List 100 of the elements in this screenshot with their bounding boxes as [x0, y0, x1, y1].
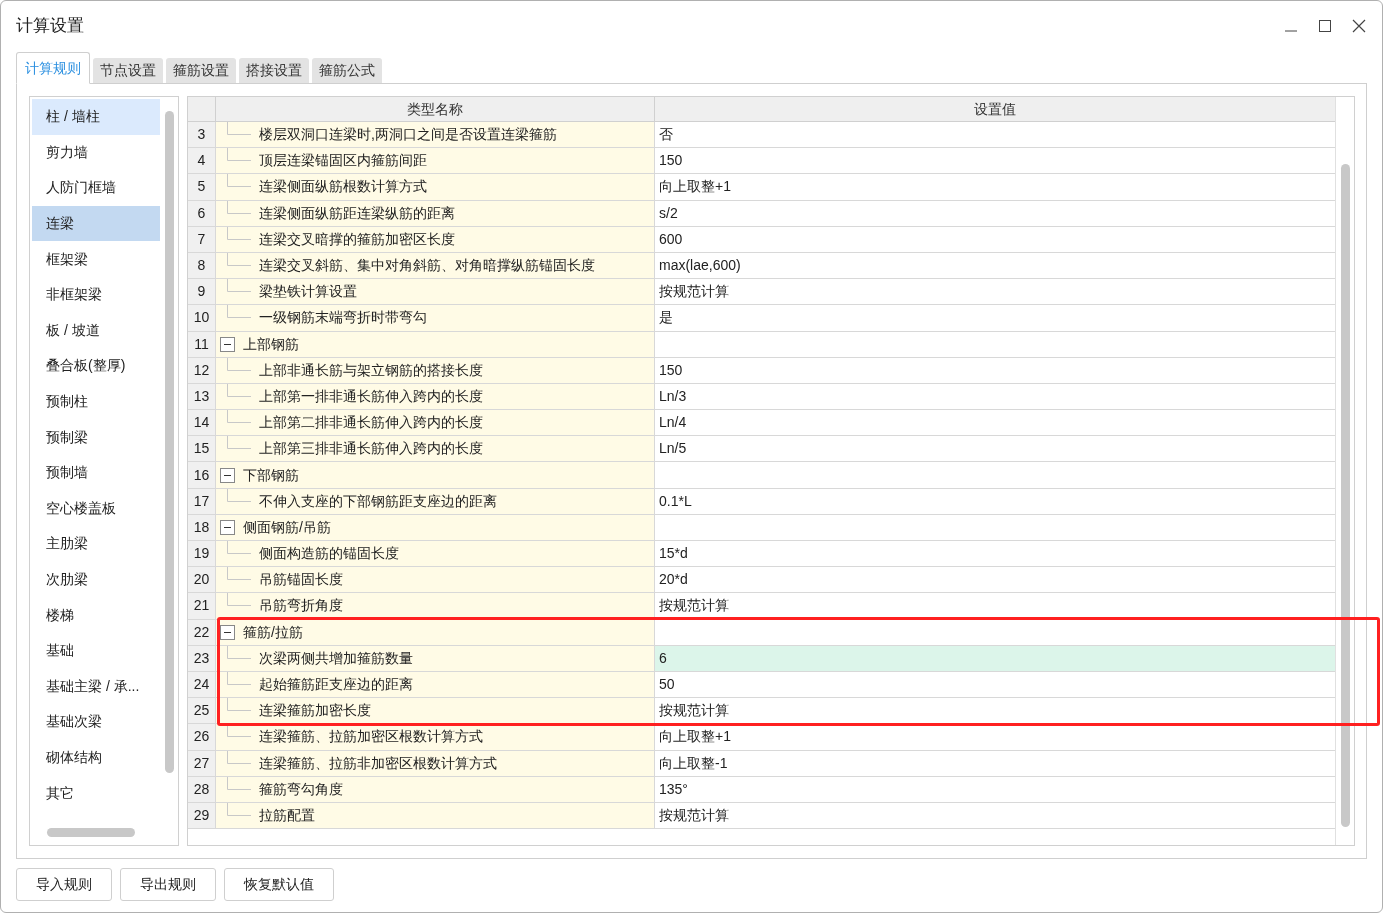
row-number: 13 — [188, 383, 216, 410]
tree-line-icon — [227, 252, 251, 266]
group-label: 箍筋/拉筋 — [243, 622, 303, 642]
sidebar-item[interactable]: 框架梁 — [32, 241, 160, 277]
column-header[interactable]: 设置值 — [655, 97, 1335, 121]
row-number: 4 — [188, 148, 216, 174]
row-number: 10 — [188, 305, 216, 331]
sidebar-item[interactable]: 基础主梁 / 承... — [32, 668, 160, 705]
sidebar-item[interactable]: 砌体结构 — [32, 739, 160, 776]
row-number: 12 — [188, 357, 216, 383]
scrollbar[interactable] — [1341, 164, 1350, 827]
sidebar-item[interactable]: 主肋梁 — [32, 526, 160, 562]
tree-line-icon — [227, 567, 251, 581]
row-number: 19 — [188, 541, 216, 567]
setting-name: 连梁侧面纵筋根数计算方式 — [259, 177, 427, 197]
scrollbar[interactable] — [47, 828, 135, 837]
sidebar-item[interactable]: 预制梁 — [32, 419, 160, 455]
row-number: 23 — [188, 645, 216, 671]
row-number: 7 — [188, 226, 216, 252]
tree-line-icon — [227, 724, 251, 738]
sidebar-item[interactable]: 基础 — [32, 632, 160, 669]
value-cell[interactable]: 6 — [655, 645, 1335, 671]
row-number: 16 — [188, 462, 216, 488]
sidebar-item[interactable]: 连梁 — [32, 205, 160, 242]
sidebar-item[interactable]: 人防门框墙 — [32, 170, 160, 206]
row-number: 28 — [188, 776, 216, 802]
row-number: 21 — [188, 593, 216, 619]
row-number: 17 — [188, 488, 216, 514]
sidebar-item[interactable]: 非框架梁 — [32, 276, 160, 313]
sidebar-item[interactable]: 板 / 坡道 — [32, 312, 160, 349]
setting-name: 上部非通长筋与架立钢筋的搭接长度 — [259, 360, 483, 380]
sidebar-item[interactable]: 次肋梁 — [32, 561, 160, 598]
row-number: 3 — [188, 122, 216, 148]
action-button[interactable]: 导入规则 — [16, 868, 112, 901]
tab[interactable]: 节点设置 — [93, 58, 163, 83]
tree-line-icon — [227, 305, 251, 319]
setting-name: 连梁交叉斜筋、集中对角斜筋、对角暗撑纵筋锚固长度 — [259, 256, 595, 276]
row-number: 9 — [188, 279, 216, 305]
group-label: 侧面钢筋/吊筋 — [243, 517, 331, 537]
scrollbar[interactable] — [165, 111, 174, 773]
setting-name: 不伸入支座的下部钢筋距支座边的距离 — [259, 491, 497, 511]
row-number: 27 — [188, 750, 216, 776]
sidebar-item[interactable]: 基础次梁 — [32, 704, 160, 740]
action-button[interactable]: 导出规则 — [120, 868, 216, 901]
collapse-icon[interactable] — [220, 467, 235, 483]
row-number: 11 — [188, 331, 216, 357]
setting-name: 上部第二排非通长筋伸入跨内的长度 — [259, 413, 483, 433]
tree-line-icon — [227, 279, 251, 293]
sidebar-item[interactable]: 其它 — [32, 775, 160, 811]
setting-name: 箍筋弯勾角度 — [259, 779, 343, 799]
sidebar-item[interactable]: 预制柱 — [32, 383, 160, 420]
sidebar-item[interactable]: 楼梯 — [32, 597, 160, 633]
setting-name: 连梁箍筋、拉筋加密区根数计算方式 — [259, 727, 483, 747]
tree-line-icon — [227, 698, 251, 712]
sidebar-item[interactable]: 空心楼盖板 — [32, 490, 160, 527]
tree-line-icon — [227, 174, 251, 188]
tree-line-icon — [227, 383, 251, 397]
column-header[interactable]: 类型名称 — [216, 97, 655, 121]
tab[interactable]: 箍筋设置 — [166, 58, 236, 83]
setting-name: 上部第三排非通长筋伸入跨内的长度 — [259, 439, 483, 459]
tree-line-icon — [227, 200, 251, 214]
row-number: 14 — [188, 410, 216, 436]
collapse-icon[interactable] — [220, 336, 235, 352]
sidebar-item[interactable]: 剪力墙 — [32, 134, 160, 171]
row-number: 6 — [188, 200, 216, 226]
sidebar-item[interactable]: 柱 / 墙柱 — [32, 99, 160, 135]
tab[interactable]: 箍筋公式 — [312, 58, 382, 83]
tab[interactable]: 计算规则 — [16, 52, 90, 84]
tree-line-icon — [227, 410, 251, 424]
setting-name: 梁垫铁计算设置 — [259, 282, 357, 302]
setting-name: 一级钢筋末端弯折时带弯勾 — [259, 308, 427, 328]
setting-name: 楼层双洞口连梁时,两洞口之间是否设置连梁箍筋 — [259, 125, 557, 145]
tree-line-icon — [227, 436, 251, 450]
setting-name: 次梁两侧共增加箍筋数量 — [259, 648, 413, 668]
setting-name: 侧面构造筋的锚固长度 — [259, 544, 399, 564]
tree-line-icon — [227, 226, 251, 240]
setting-name: 连梁箍筋加密长度 — [259, 701, 371, 721]
close-icon[interactable] — [1352, 19, 1366, 33]
maximize-icon[interactable] — [1318, 19, 1332, 33]
group-label: 上部钢筋 — [243, 334, 299, 354]
sidebar-item[interactable]: 预制墙 — [32, 454, 160, 491]
row-number: 22 — [188, 619, 216, 645]
tree-line-icon — [227, 541, 251, 554]
sidebar-item[interactable]: 叠合板(整厚) — [32, 348, 160, 384]
collapse-icon[interactable] — [220, 519, 235, 535]
row-number: 8 — [188, 252, 216, 279]
tree-line-icon — [227, 776, 251, 790]
tree-line-icon — [227, 645, 251, 659]
group-label: 下部钢筋 — [243, 465, 299, 485]
tree-line-icon — [227, 593, 251, 607]
tree-line-icon — [227, 750, 251, 764]
setting-name: 连梁箍筋、拉筋非加密区根数计算方式 — [259, 753, 497, 773]
row-number: 18 — [188, 514, 216, 540]
tree-line-icon — [227, 148, 251, 162]
collapse-icon[interactable] — [220, 624, 235, 640]
setting-name: 连梁侧面纵筋距连梁纵筋的距离 — [259, 203, 455, 223]
setting-name: 顶层连梁锚固区内箍筋间距 — [259, 151, 427, 171]
tab[interactable]: 搭接设置 — [239, 58, 309, 83]
row-number: 25 — [188, 698, 216, 724]
action-button[interactable]: 恢复默认值 — [224, 868, 334, 901]
